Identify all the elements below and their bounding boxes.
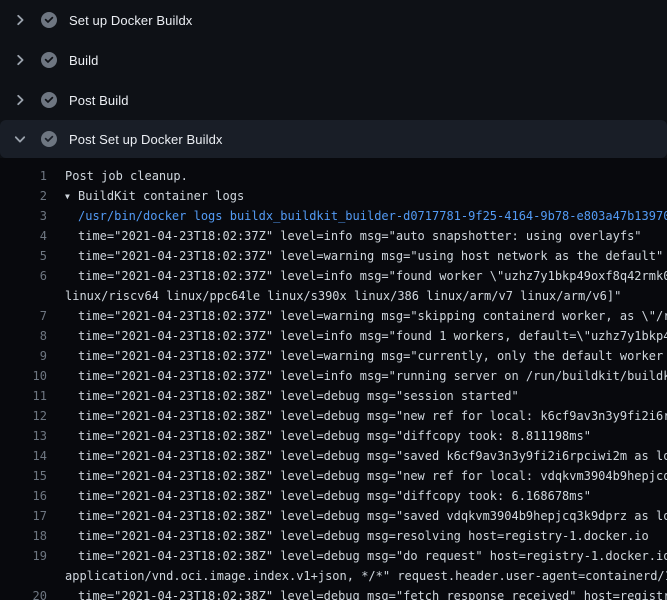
step-row-post-set-up-docker-buildx[interactable]: Post Set up Docker Buildx <box>0 120 667 158</box>
log-row: 20 time="2021-04-23T18:02:38Z" level=deb… <box>0 586 667 600</box>
log-row: 19 time="2021-04-23T18:02:38Z" level=deb… <box>0 546 667 566</box>
log-line-text: time="2021-04-23T18:02:37Z" level=info m… <box>78 366 667 386</box>
log-line-number[interactable]: 11 <box>0 386 47 406</box>
log-row: linux/riscv64 linux/ppc64le linux/s390x … <box>0 286 667 306</box>
log-line-text: time="2021-04-23T18:02:37Z" level=info m… <box>78 266 667 286</box>
log-output-area[interactable]: 1 Post job cleanup. 2 ▼BuildKit containe… <box>0 158 667 600</box>
log-line-number[interactable]: 18 <box>0 526 47 546</box>
log-line-text: time="2021-04-23T18:02:37Z" level=warnin… <box>78 346 667 366</box>
log-row: 12 time="2021-04-23T18:02:38Z" level=deb… <box>0 406 667 426</box>
log-row: 3 /usr/bin/docker logs buildx_buildkit_b… <box>0 206 667 226</box>
log-line-number[interactable]: 19 <box>0 546 47 566</box>
log-line-number[interactable]: 16 <box>0 486 47 506</box>
log-line-number[interactable]: 3 <box>0 206 47 226</box>
group-collapse-caret-icon[interactable]: ▼ <box>65 187 78 206</box>
log-line-text: time="2021-04-23T18:02:38Z" level=debug … <box>78 406 667 426</box>
chevron-right-icon <box>12 52 28 68</box>
actions-log-viewer: Set up Docker Buildx Build Post Build <box>0 0 667 600</box>
log-line-number[interactable]: 10 <box>0 366 47 386</box>
log-row: 1 Post job cleanup. <box>0 166 667 186</box>
log-group-toggle[interactable]: ▼BuildKit container logs <box>65 186 667 206</box>
log-line-number[interactable]: 8 <box>0 326 47 346</box>
log-row: 4 time="2021-04-23T18:02:37Z" level=info… <box>0 226 667 246</box>
log-row: 18 time="2021-04-23T18:02:38Z" level=deb… <box>0 526 667 546</box>
log-line-number[interactable]: 13 <box>0 426 47 446</box>
log-line-text: time="2021-04-23T18:02:38Z" level=debug … <box>78 446 667 466</box>
chevron-right-icon <box>12 92 28 108</box>
log-line-text: time="2021-04-23T18:02:37Z" level=warnin… <box>78 246 667 266</box>
check-circle-icon <box>41 131 57 147</box>
log-line-number[interactable]: 15 <box>0 466 47 486</box>
check-circle-icon <box>41 52 57 68</box>
log-line-text: time="2021-04-23T18:02:38Z" level=debug … <box>78 486 667 506</box>
check-circle-icon <box>41 92 57 108</box>
log-line-text: application/vnd.oci.image.index.v1+json,… <box>65 566 667 586</box>
log-line-text: time="2021-04-23T18:02:38Z" level=debug … <box>78 546 667 566</box>
log-line-number[interactable]: 4 <box>0 226 47 246</box>
chevron-down-icon <box>12 131 28 147</box>
log-line-number[interactable]: 2 <box>0 186 47 206</box>
log-row: 14 time="2021-04-23T18:02:38Z" level=deb… <box>0 446 667 466</box>
log-line-number <box>0 566 47 586</box>
chevron-right-icon <box>12 12 28 28</box>
log-command-text: /usr/bin/docker logs buildx_buildkit_bui… <box>78 206 667 226</box>
log-line-text: time="2021-04-23T18:02:38Z" level=debug … <box>78 466 667 486</box>
log-line-number <box>0 286 47 306</box>
log-line-number[interactable]: 5 <box>0 246 47 266</box>
steps-list: Set up Docker Buildx Build Post Build <box>0 0 667 158</box>
log-line-number[interactable]: 12 <box>0 406 47 426</box>
log-line-number[interactable]: 20 <box>0 586 47 600</box>
log-row: 13 time="2021-04-23T18:02:38Z" level=deb… <box>0 426 667 446</box>
step-label: Build <box>69 53 98 68</box>
step-label: Post Set up Docker Buildx <box>69 132 223 147</box>
step-row-set-up-docker-buildx[interactable]: Set up Docker Buildx <box>0 0 667 40</box>
log-line-text: time="2021-04-23T18:02:37Z" level=warnin… <box>78 306 667 326</box>
log-row: 10 time="2021-04-23T18:02:37Z" level=inf… <box>0 366 667 386</box>
log-row: 9 time="2021-04-23T18:02:37Z" level=warn… <box>0 346 667 366</box>
step-label: Set up Docker Buildx <box>69 13 192 28</box>
log-line-number[interactable]: 14 <box>0 446 47 466</box>
log-row: 11 time="2021-04-23T18:02:38Z" level=deb… <box>0 386 667 406</box>
step-row-post-build[interactable]: Post Build <box>0 80 667 120</box>
step-row-build[interactable]: Build <box>0 40 667 80</box>
log-row: application/vnd.oci.image.index.v1+json,… <box>0 566 667 586</box>
log-row: 6 time="2021-04-23T18:02:37Z" level=info… <box>0 266 667 286</box>
log-line-text: time="2021-04-23T18:02:37Z" level=info m… <box>78 326 667 346</box>
log-line-text: Post job cleanup. <box>65 166 667 186</box>
log-row: 5 time="2021-04-23T18:02:37Z" level=warn… <box>0 246 667 266</box>
log-row: 8 time="2021-04-23T18:02:37Z" level=info… <box>0 326 667 346</box>
log-line-number[interactable]: 7 <box>0 306 47 326</box>
log-line-text: time="2021-04-23T18:02:38Z" level=debug … <box>78 526 667 546</box>
check-circle-icon <box>41 12 57 28</box>
log-line-text: linux/riscv64 linux/ppc64le linux/s390x … <box>65 286 667 306</box>
log-line-text: time="2021-04-23T18:02:38Z" level=debug … <box>78 386 667 406</box>
step-label: Post Build <box>69 93 129 108</box>
log-row: 7 time="2021-04-23T18:02:37Z" level=warn… <box>0 306 667 326</box>
log-line-number[interactable]: 9 <box>0 346 47 366</box>
log-row: 2 ▼BuildKit container logs <box>0 186 667 206</box>
log-line-text: time="2021-04-23T18:02:38Z" level=debug … <box>78 506 667 526</box>
log-line-number[interactable]: 17 <box>0 506 47 526</box>
log-line-number[interactable]: 6 <box>0 266 47 286</box>
log-row: 16 time="2021-04-23T18:02:38Z" level=deb… <box>0 486 667 506</box>
log-row: 17 time="2021-04-23T18:02:38Z" level=deb… <box>0 506 667 526</box>
log-line-text: time="2021-04-23T18:02:38Z" level=debug … <box>78 586 667 600</box>
log-line-number[interactable]: 1 <box>0 166 47 186</box>
log-line-text: time="2021-04-23T18:02:38Z" level=debug … <box>78 426 667 446</box>
log-row: 15 time="2021-04-23T18:02:38Z" level=deb… <box>0 466 667 486</box>
log-line-text: time="2021-04-23T18:02:37Z" level=info m… <box>78 226 667 246</box>
